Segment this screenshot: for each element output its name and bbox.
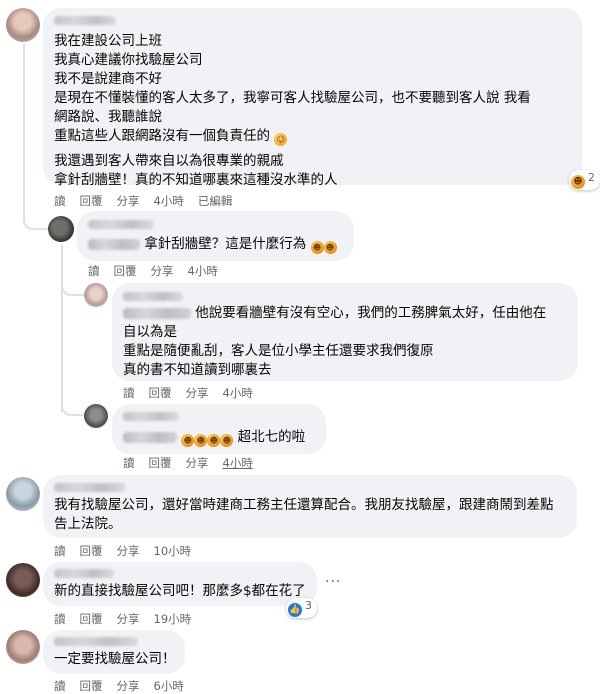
comment-bubble: 新的直接找驗屋公司吧！那麼多$都在花了	[43, 562, 317, 606]
avatar[interactable]	[6, 477, 40, 511]
comment-line: 我不是說建商不好	[54, 71, 162, 87]
avatar[interactable]	[84, 283, 108, 307]
laughing-emoji-icon: ☻	[194, 434, 208, 447]
reply-button[interactable]: 回覆	[80, 544, 103, 558]
comment-line: 真的書不知道讀到哪裏去	[123, 362, 272, 378]
reply-button[interactable]: 回覆	[80, 612, 103, 626]
timestamp[interactable]: 4小時	[154, 194, 184, 208]
laughing-emoji-icon: ☻	[220, 434, 234, 447]
timestamp[interactable]: 4小時	[223, 386, 253, 400]
comment-bubble: 一定要找驗屋公司！	[43, 630, 185, 674]
share-button[interactable]: 分享	[186, 386, 209, 400]
author-name[interactable]	[123, 412, 179, 421]
more-options-icon[interactable]: ···	[325, 574, 341, 590]
comment-line: 自以為是	[123, 324, 177, 340]
comment-bubble: 他說要看牆壁有沒有空心，我們的工務脾氣太好，任由他在 自以為是 重點是隨便亂刮，…	[112, 283, 578, 381]
comment-actions: 讀回覆 分享 6小時	[54, 678, 198, 694]
laughing-emoji-icon: ☻	[323, 241, 337, 254]
comment-text: 新的直接找驗屋公司吧！那麼多$都在花了	[54, 583, 306, 599]
comment-line: 他說要看牆壁有沒有空心，我們的工務脾氣太好，任由他在	[123, 304, 546, 323]
comment-bubble: 我在建設公司上班 我真心建議你找驗屋公司 我不是說建商不好 是現在不懂裝懂的客人…	[43, 8, 582, 188]
avatar[interactable]	[84, 404, 108, 428]
share-button[interactable]: 分享	[117, 679, 140, 693]
laughing-emoji-icon: ☻	[181, 434, 195, 447]
read-button[interactable]: 讀	[54, 679, 66, 693]
timestamp[interactable]: 4小時	[188, 264, 218, 278]
comment-line: 我還遇到客人帶來自以為很專業的親戚	[54, 153, 284, 169]
reaction-count: 2	[588, 171, 595, 184]
edited-label: 已編輯	[197, 194, 233, 208]
comment-line: 我在建設公司上班	[54, 33, 162, 49]
share-button[interactable]: 分享	[117, 612, 140, 626]
thread-connector	[61, 276, 85, 296]
avatar[interactable]	[6, 630, 40, 664]
haha-icon: ☻	[571, 175, 585, 189]
timestamp[interactable]: 6小時	[154, 679, 184, 693]
author-name[interactable]	[54, 16, 116, 25]
mentioned-user[interactable]	[123, 307, 191, 319]
comment-line: 重點是隨便亂刮，客人是位小學主任還要求我們復原	[123, 343, 434, 359]
avatar[interactable]	[48, 216, 74, 242]
share-button[interactable]: 分享	[117, 194, 140, 208]
timestamp[interactable]: 19小時	[154, 612, 192, 626]
read-button[interactable]: 讀	[54, 612, 66, 626]
comment-actions: 讀回覆 分享 4小時	[123, 385, 267, 401]
comment-line: 拿針刮牆壁！真的不知道哪裏來這種沒水準的人	[54, 172, 338, 188]
timestamp[interactable]: 4小時	[223, 456, 253, 470]
comment-line-text: 他說要看牆壁有沒有空心，我們的工務脾氣太好，任由他在	[195, 305, 547, 321]
reaction-summary[interactable]: ☻ 2	[569, 170, 600, 190]
comment-actions: 讀回覆 分享 4小時 已編輯	[54, 193, 246, 209]
comment-bubble: 我有找驗屋公司，還好當時建商工務主任還算配合。我朋友找驗屋，跟建商鬧到差點 告上…	[43, 475, 577, 538]
author-name[interactable]	[123, 292, 183, 301]
comment-line: 重點這些人跟網路沒有一個負責任的 ☺	[54, 127, 531, 146]
reply-button[interactable]: 回覆	[114, 264, 137, 278]
reaction-count: 3	[305, 599, 312, 612]
laughing-emoji-icon: ☻	[310, 241, 324, 254]
read-button[interactable]: 讀	[54, 194, 66, 208]
reply-button[interactable]: 回覆	[149, 386, 172, 400]
avatar[interactable]	[6, 8, 40, 42]
share-button[interactable]: 分享	[117, 544, 140, 558]
avatar[interactable]	[6, 563, 40, 597]
comment-actions: 讀回覆 分享 10小時	[54, 543, 205, 559]
thread-line	[23, 44, 25, 214]
mentioned-user[interactable]	[123, 431, 177, 443]
read-button[interactable]: 讀	[123, 456, 135, 470]
mentioned-user[interactable]	[88, 238, 140, 250]
read-button[interactable]: 讀	[54, 544, 66, 558]
comment-line: 網路說、我聽誰說	[54, 109, 162, 125]
reaction-summary[interactable]: 👍 3	[286, 598, 317, 618]
author-name[interactable]	[88, 220, 154, 229]
comment-line: 我真心建議你找驗屋公司	[54, 52, 203, 68]
comment-bubble: ☻ ☻ ☻ ☻ 超北七的啦	[112, 404, 326, 454]
laughing-emoji-icon: ☻	[207, 434, 221, 447]
comment-actions: 讀回覆 分享 4小時	[123, 455, 267, 471]
like-icon: 👍	[288, 603, 302, 617]
comment-text: 拿針刮牆壁？這是什麼行為	[144, 236, 307, 252]
read-button[interactable]: 讀	[123, 386, 135, 400]
smiling-emoji-icon: ☺	[274, 133, 288, 146]
reply-button[interactable]: 回覆	[80, 679, 103, 693]
reply-button[interactable]: 回覆	[80, 194, 103, 208]
comment-line: 我有找驗屋公司，還好當時建商工務主任還算配合。我朋友找驗屋，跟建商鬧到差點	[54, 497, 554, 513]
thread-connector	[61, 396, 85, 416]
reply-button[interactable]: 回覆	[149, 456, 172, 470]
comment-actions: 讀回覆 分享 19小時	[54, 611, 205, 627]
comment-text: 超北七的啦	[237, 429, 306, 445]
thread-line	[61, 244, 63, 412]
author-name[interactable]	[54, 569, 114, 578]
author-name[interactable]	[54, 637, 138, 646]
comment-text: 一定要找驗屋公司！	[54, 651, 176, 667]
comment-line-text: 重點這些人跟網路沒有一個負責任的	[54, 128, 270, 144]
author-name[interactable]	[54, 483, 126, 492]
comment-bubble: 拿針刮牆壁？這是什麼行為 ☻ ☻	[77, 211, 354, 261]
comment-line: 告上法院。	[54, 516, 122, 532]
read-button[interactable]: 讀	[88, 264, 100, 278]
share-button[interactable]: 分享	[186, 456, 209, 470]
comment-line: 是現在不懂裝懂的客人太多了，我寧可客人找驗屋公司，也不要聽到客人說 我看	[54, 90, 531, 106]
timestamp[interactable]: 10小時	[154, 544, 192, 558]
comment-actions: 讀回覆 分享 4小時	[88, 263, 232, 279]
share-button[interactable]: 分享	[151, 264, 174, 278]
